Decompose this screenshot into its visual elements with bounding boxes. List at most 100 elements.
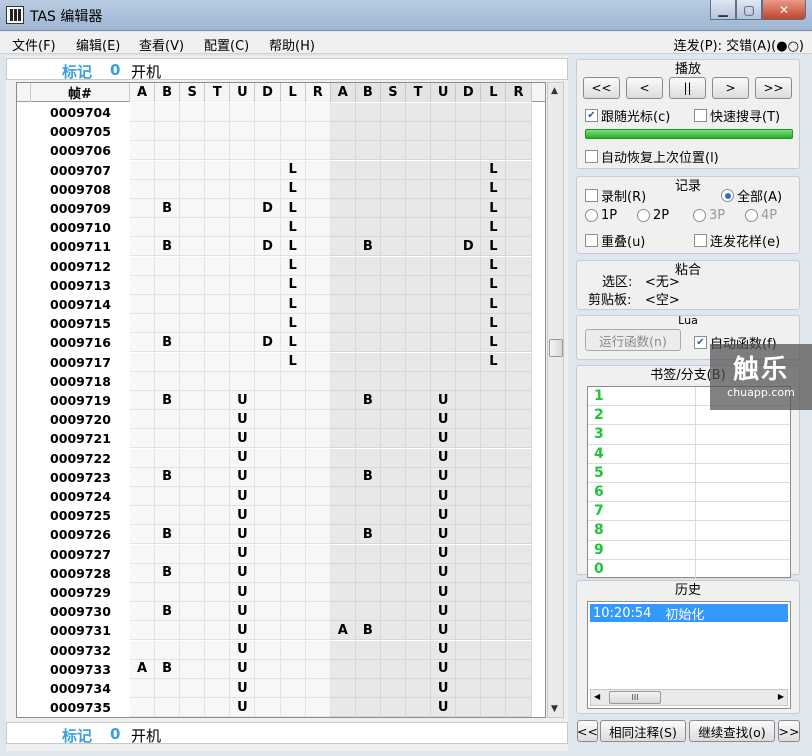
input-cell[interactable]	[255, 602, 281, 622]
menu-view[interactable]: 查看(V)	[139, 35, 184, 54]
input-cell[interactable]	[406, 122, 432, 142]
input-cell[interactable]	[280, 563, 306, 583]
input-cell[interactable]	[406, 275, 432, 295]
input-cell[interactable]	[355, 640, 381, 660]
input-cell[interactable]	[406, 544, 432, 564]
input-cell[interactable]: L	[280, 218, 306, 238]
input-cell[interactable]	[456, 563, 482, 583]
input-cell[interactable]	[255, 218, 281, 238]
input-cell[interactable]	[155, 122, 181, 142]
input-cell[interactable]	[506, 237, 532, 257]
input-cell[interactable]	[481, 410, 507, 430]
frame-row[interactable]: 0009707 L L	[17, 160, 545, 180]
input-cell[interactable]: L	[481, 333, 507, 353]
input-cell[interactable]	[506, 256, 532, 276]
input-cell[interactable]	[506, 467, 532, 487]
input-cell[interactable]	[205, 160, 231, 180]
input-cell[interactable]	[380, 103, 407, 122]
next-similar-button[interactable]: >>	[778, 720, 800, 742]
input-cell[interactable]	[255, 563, 281, 583]
input-cell[interactable]	[280, 506, 306, 526]
input-cell[interactable]	[481, 640, 507, 660]
button-column-header[interactable]: B	[355, 83, 381, 102]
marker-cell[interactable]	[17, 391, 31, 410]
input-cell[interactable]	[380, 141, 407, 161]
input-cell[interactable]	[456, 506, 482, 526]
frame-row[interactable]: 0009728 B U U	[17, 563, 545, 583]
input-cell[interactable]	[205, 410, 231, 430]
input-cell[interactable]	[305, 448, 331, 468]
forward-frame-button[interactable]: >	[712, 77, 749, 99]
input-cell[interactable]	[431, 141, 457, 161]
frame-number[interactable]: 0009720	[31, 410, 130, 430]
input-cell[interactable]	[330, 659, 356, 679]
input-cell[interactable]: U	[431, 602, 457, 622]
input-cell[interactable]	[130, 602, 156, 622]
input-cell[interactable]: L	[481, 295, 507, 314]
input-cell[interactable]	[431, 122, 457, 142]
input-cell[interactable]	[506, 679, 532, 698]
button-column-header[interactable]: S	[180, 83, 206, 102]
input-cell[interactable]	[355, 583, 381, 602]
input-cell[interactable]	[406, 333, 432, 353]
frame-number[interactable]: 0009718	[31, 371, 130, 391]
frame-number[interactable]: 0009706	[31, 141, 130, 161]
input-cell[interactable]	[180, 314, 206, 334]
input-cell[interactable]	[506, 698, 532, 717]
frame-number[interactable]: 0009709	[31, 199, 130, 218]
bookmark-row[interactable]: 5	[588, 463, 790, 483]
input-cell[interactable]	[230, 160, 256, 180]
input-cell[interactable]	[305, 160, 331, 180]
input-cell[interactable]	[205, 218, 231, 238]
input-cell[interactable]	[330, 429, 356, 449]
input-cell[interactable]	[406, 698, 432, 717]
frame-number[interactable]: 0009731	[31, 621, 130, 641]
input-cell[interactable]	[130, 583, 156, 602]
input-cell[interactable]	[130, 544, 156, 564]
input-cell[interactable]	[305, 410, 331, 430]
input-cell[interactable]	[330, 487, 356, 506]
input-cell[interactable]	[155, 487, 181, 506]
frame-number[interactable]: 0009724	[31, 487, 130, 506]
input-cell[interactable]	[255, 256, 281, 276]
input-cell[interactable]	[255, 583, 281, 602]
input-cell[interactable]	[506, 275, 532, 295]
input-cell[interactable]	[130, 391, 156, 410]
input-cell[interactable]: U	[230, 467, 256, 487]
input-cell[interactable]	[305, 583, 331, 602]
input-cell[interactable]	[205, 467, 231, 487]
input-cell[interactable]	[355, 563, 381, 583]
input-cell[interactable]: L	[280, 275, 306, 295]
input-cell[interactable]	[330, 333, 356, 353]
input-cell[interactable]	[355, 314, 381, 334]
maximize-button[interactable]: ▢	[736, 0, 762, 20]
input-cell[interactable]: A	[130, 659, 156, 679]
input-cell[interactable]	[255, 429, 281, 449]
input-cell[interactable]	[506, 583, 532, 602]
frame-row[interactable]: 0009727 U U	[17, 544, 545, 564]
input-cell[interactable]	[230, 179, 256, 199]
pause-button[interactable]: ||	[669, 77, 706, 99]
input-cell[interactable]	[406, 525, 432, 545]
restore-position-checkbox[interactable]: 自动恢复上次位置(l)	[585, 147, 719, 166]
marker-cell[interactable]	[17, 371, 31, 391]
input-cell[interactable]	[481, 621, 507, 641]
input-cell[interactable]	[481, 141, 507, 161]
marker-cell[interactable]	[17, 525, 31, 545]
input-cell[interactable]	[130, 448, 156, 468]
piano-roll-grid[interactable]: 帧# ABSTUDLRABSTUDLR 0009704 0009705 000970…	[16, 82, 546, 718]
input-cell[interactable]	[305, 122, 331, 142]
input-cell[interactable]: B	[155, 525, 181, 545]
find-similar-button[interactable]: 相同注释(S)	[600, 720, 686, 742]
marker-cell[interactable]	[17, 237, 31, 257]
input-cell[interactable]	[355, 275, 381, 295]
input-cell[interactable]	[330, 467, 356, 487]
input-cell[interactable]: B	[155, 659, 181, 679]
input-cell[interactable]	[130, 314, 156, 334]
input-cell[interactable]: L	[280, 160, 306, 180]
input-cell[interactable]	[130, 275, 156, 295]
input-cell[interactable]	[330, 371, 356, 391]
input-cell[interactable]	[205, 103, 231, 122]
input-cell[interactable]	[255, 371, 281, 391]
history-scroll-thumb[interactable]: III	[609, 691, 661, 704]
